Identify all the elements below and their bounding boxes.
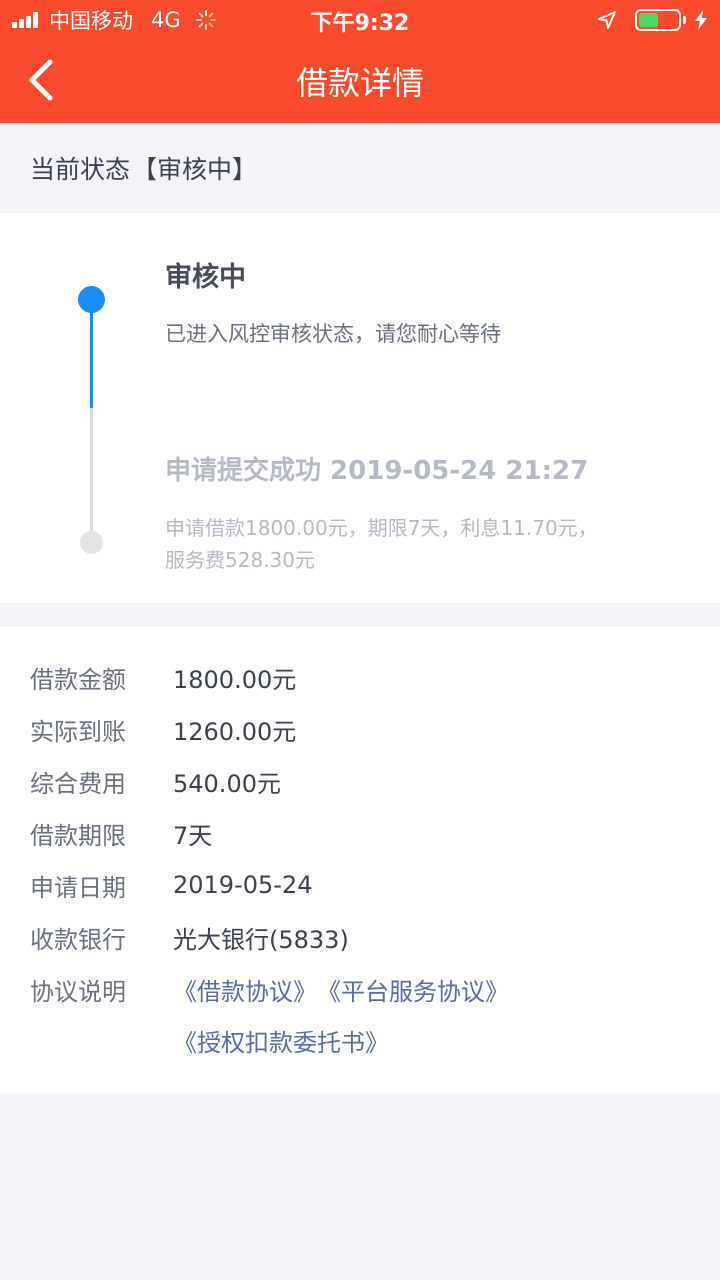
location-arrow-icon [598, 11, 616, 29]
loan-agreement-link[interactable]: 《借款协议》 [173, 972, 317, 1007]
detail-row-receiving-bank: 收款银行 光大银行(5833) [30, 917, 349, 957]
detail-label: 借款金额 [30, 665, 126, 694]
page-title: 借款详情 [295, 64, 424, 102]
status-bar-right [597, 8, 708, 32]
debit-authorization-link[interactable]: 《授权扣款委托书》 [173, 1023, 389, 1058]
current-status-value: 【审核中】 [132, 155, 258, 184]
timeline-step-title: 申请提交成功 2019-05-24 21:27 [165, 456, 589, 486]
app-header: 中国移动 4G 下午9:32 借款详情 [0, 0, 720, 123]
status-bar: 中国移动 4G 下午9:32 [0, 0, 720, 40]
detail-value: 1260.00元 [173, 717, 297, 746]
detail-value: 7天 [173, 821, 213, 850]
battery-level [639, 13, 658, 27]
charging-bolt-icon [695, 10, 707, 30]
detail-row-agreements-continued: 《授权扣款委托书》 [30, 1020, 389, 1060]
timeline-step-desc: 申请借款1800.00元，期限7天，利息11.70元，服务费528.30元 [165, 516, 598, 572]
battery-tip [683, 16, 686, 24]
detail-row-application-date: 申请日期 2019-05-24 [30, 865, 312, 905]
detail-label: 综合费用 [30, 769, 126, 798]
timeline-line-inactive [90, 408, 93, 542]
detail-value: 光大银行(5833) [173, 925, 349, 954]
detail-value: 540.00元 [173, 769, 281, 798]
detail-value: 2019-05-24 [173, 871, 313, 899]
timeline-dot-inactive [80, 531, 103, 554]
timeline-step-title: 审核中 [165, 262, 246, 293]
detail-row-total-fees: 综合费用 540.00元 [30, 761, 281, 801]
detail-row-loan-amount: 借款金额 1800.00元 [30, 657, 296, 697]
detail-label: 协议说明 [30, 977, 126, 1006]
platform-service-agreement-link[interactable]: 《平台服务协议》 [317, 972, 509, 1007]
detail-row-actual-received: 实际到账 1260.00元 [30, 709, 296, 749]
detail-label: 实际到账 [30, 717, 126, 746]
agreement-links: 《借款协议》 《平台服务协议》 [173, 972, 509, 1007]
detail-value: 1800.00元 [173, 665, 297, 694]
timeline-step-desc: 已进入风控审核状态，请您耐心等待 [165, 322, 501, 346]
detail-row-loan-term: 借款期限 7天 [30, 813, 212, 853]
detail-row-agreements: 协议说明 《借款协议》 《平台服务协议》 [30, 969, 509, 1009]
timeline-dot-active [78, 286, 105, 313]
timeline-line-active [90, 300, 93, 408]
current-status-label: 当前状态 [30, 155, 131, 184]
detail-label: 收款银行 [30, 925, 126, 954]
current-status: 当前状态 【审核中】 [0, 123, 720, 213]
detail-label: 借款期限 [30, 821, 126, 850]
battery-icon [635, 9, 681, 31]
detail-label: 申请日期 [30, 873, 126, 902]
